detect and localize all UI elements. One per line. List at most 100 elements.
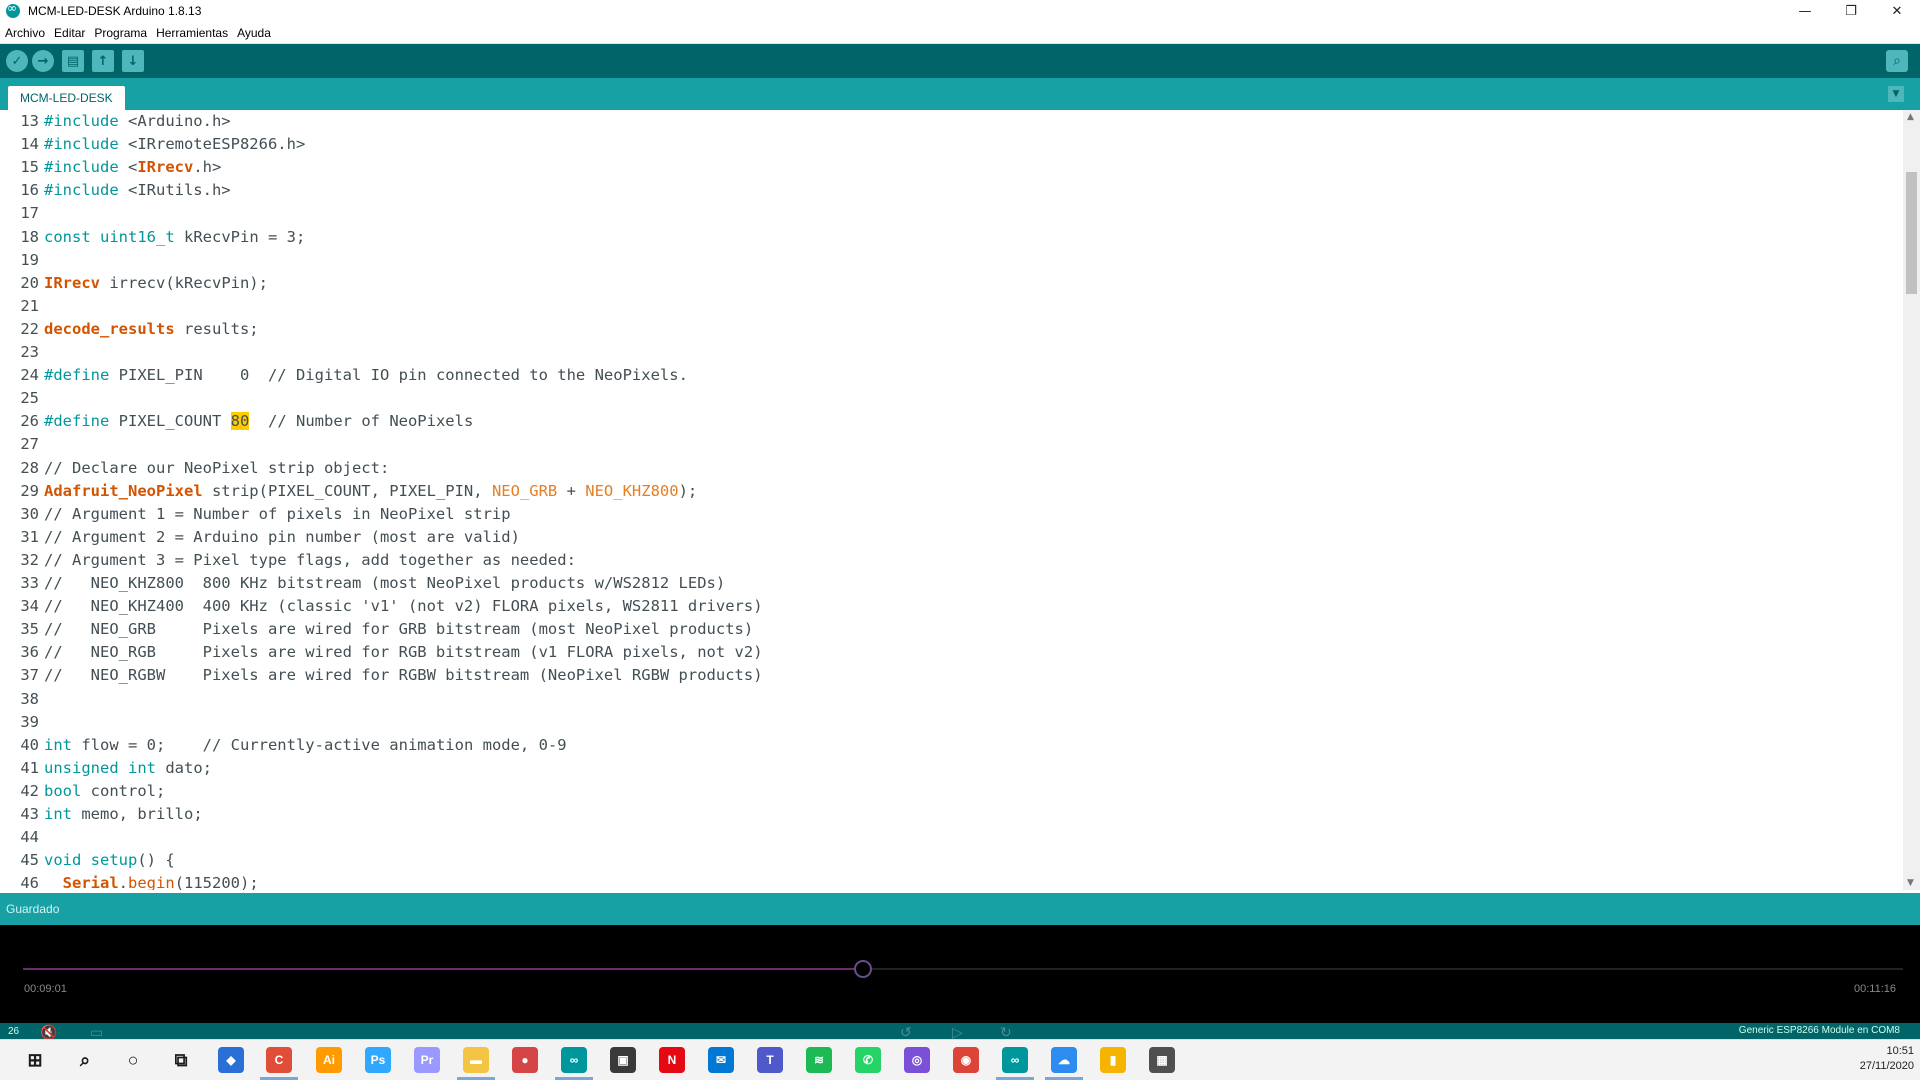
code-line[interactable]: 46 Serial.begin(115200); xyxy=(0,872,1900,890)
code-token: #define xyxy=(44,366,110,385)
photoshop-icon[interactable]: Ps xyxy=(365,1047,391,1073)
code-token: < xyxy=(118,158,138,177)
code-line[interactable]: 43 int memo, brillo; xyxy=(0,803,1900,826)
code-line[interactable]: 27 xyxy=(0,433,1900,456)
code-line[interactable]: 32 // Argument 3 = Pixel type flags, add … xyxy=(0,549,1900,572)
toolbar: ✓ → ▤ ↑ ↓ ⌕ xyxy=(0,44,1920,78)
store-icon[interactable]: ▣ xyxy=(610,1047,636,1073)
open-sketch-button[interactable]: ↑ xyxy=(92,50,114,72)
code-line[interactable]: 22 decode_results results; xyxy=(0,318,1900,341)
code-line[interactable]: 33 // NEO_KHZ800 800 KHz bitstream (most … xyxy=(0,572,1900,595)
code-line[interactable]: 20 IRrecv irrecv(kRecvPin); xyxy=(0,272,1900,295)
code-line[interactable]: 45 void setup() { xyxy=(0,849,1900,872)
code-line[interactable]: 40 int flow = 0; // Currently-active anim… xyxy=(0,734,1900,757)
code-line[interactable]: 30 // Argument 1 = Number of pixels in Ne… xyxy=(0,503,1900,526)
whatsapp-icon[interactable]: ✆ xyxy=(855,1047,881,1073)
task-view-icon[interactable]: ⧉ xyxy=(168,1047,194,1073)
start-icon[interactable]: ⊞ xyxy=(22,1047,48,1073)
code-line[interactable]: 26 #define PIXEL_COUNT 80 // Number of Ne… xyxy=(0,410,1900,433)
code-line[interactable]: 41 unsigned int dato; xyxy=(0,757,1900,780)
line-number: 26 xyxy=(20,412,39,431)
code-token: <IRutils.h> xyxy=(118,181,231,200)
app-icon-1[interactable]: ◆ xyxy=(218,1047,244,1073)
app-icon-3[interactable]: ● xyxy=(512,1047,538,1073)
code-line[interactable]: 25 xyxy=(0,387,1900,410)
code-token: void xyxy=(44,851,82,870)
code-line[interactable]: 44 xyxy=(0,826,1900,849)
code-line[interactable]: 36 // NEO_RGB Pixels are wired for RGB bi… xyxy=(0,641,1900,664)
verify-button[interactable]: ✓ xyxy=(6,50,28,72)
arduino-icon-2[interactable]: ∞ xyxy=(1002,1047,1028,1073)
spotify-icon[interactable]: ≋ xyxy=(806,1047,832,1073)
upload-button[interactable]: → xyxy=(32,50,54,72)
video-progress-knob[interactable] xyxy=(854,960,872,978)
code-token: // Currently-active animation mode, 0-9 xyxy=(202,735,567,754)
code-line[interactable]: 15 #include <IRrecv.h> xyxy=(0,156,1900,179)
code-token: + xyxy=(557,481,586,500)
code-line[interactable]: 13 #include <Arduino.h> xyxy=(0,110,1900,133)
code-line[interactable]: 42 bool control; xyxy=(0,780,1900,803)
scroll-down-icon[interactable]: ▼ xyxy=(1907,878,1914,888)
code-token: const xyxy=(44,227,91,246)
code-line[interactable]: 39 xyxy=(0,711,1900,734)
menu-herramientas[interactable]: Herramientas xyxy=(156,26,228,40)
app-icon-5[interactable]: ☁ xyxy=(1051,1047,1077,1073)
code-line[interactable]: 23 xyxy=(0,341,1900,364)
code-line[interactable]: 18 const uint16_t kRecvPin = 3; xyxy=(0,226,1900,249)
menu-editar[interactable]: Editar xyxy=(54,26,85,40)
menu-archivo[interactable]: Archivo xyxy=(5,26,45,40)
code-line[interactable]: 31 // Argument 2 = Arduino pin number (mo… xyxy=(0,526,1900,549)
tab-menu-button[interactable]: ▼ xyxy=(1888,86,1904,102)
code-token: int xyxy=(44,805,72,823)
code-line[interactable]: 17 xyxy=(0,202,1900,225)
code-line[interactable]: 21 xyxy=(0,295,1900,318)
app-icon-4[interactable]: ◎ xyxy=(904,1047,930,1073)
editor-scrollbar[interactable]: ▲ ▼ xyxy=(1903,110,1920,890)
search-icon[interactable]: ⌕ xyxy=(72,1047,98,1073)
cursor-line-number: 26 xyxy=(8,1025,20,1037)
code-line[interactable]: 14 #include <IRremoteESP8266.h> xyxy=(0,133,1900,156)
restore-button[interactable]: ❐ xyxy=(1828,0,1874,22)
app-icon-6[interactable]: ▮ xyxy=(1100,1047,1126,1073)
teams-icon[interactable]: T xyxy=(757,1047,783,1073)
save-sketch-button[interactable]: ↓ xyxy=(122,50,144,72)
minimize-button[interactable]: — xyxy=(1782,0,1828,22)
line-number: 41 xyxy=(20,758,39,777)
file-explorer-icon[interactable]: ▬ xyxy=(463,1047,489,1073)
code-line[interactable]: 28 // Declare our NeoPixel strip object: xyxy=(0,457,1900,480)
close-button[interactable]: ✕ xyxy=(1874,0,1920,22)
system-clock[interactable]: 10:51 27/11/2020 xyxy=(1860,1044,1914,1074)
scrollbar-thumb[interactable] xyxy=(1906,172,1917,294)
chrome-icon[interactable]: ◉ xyxy=(953,1047,979,1073)
tab-mcm-led-desk[interactable]: MCM-LED-DESK xyxy=(8,86,125,110)
app-icon-2[interactable]: C xyxy=(266,1047,292,1073)
code-line[interactable]: 38 xyxy=(0,688,1900,711)
code-editor[interactable]: 13 #include <Arduino.h> 14 #include <IRremo… xyxy=(0,110,1903,890)
code-line[interactable]: 29 Adafruit_NeoPixel strip(PIXEL_COUNT, P… xyxy=(0,480,1900,503)
new-sketch-button[interactable]: ▤ xyxy=(62,50,84,72)
line-number: 40 xyxy=(20,735,39,754)
cortana-icon[interactable]: ○ xyxy=(120,1047,146,1073)
premiere-icon[interactable]: Pr xyxy=(414,1047,440,1073)
calculator-icon[interactable]: ▦ xyxy=(1149,1047,1175,1073)
code-line[interactable]: 37 // NEO_RGBW Pixels are wired for RGBW … xyxy=(0,664,1900,687)
menu-ayuda[interactable]: Ayuda xyxy=(237,26,271,40)
code-token: #include xyxy=(44,158,119,177)
code-token: control; xyxy=(81,781,166,800)
code-line[interactable]: 16 #include <IRutils.h> xyxy=(0,179,1900,202)
video-total-time: 00:11:16 xyxy=(1853,983,1896,995)
serial-monitor-button[interactable]: ⌕ xyxy=(1886,50,1908,72)
board-port-label: Generic ESP8266 Module en COM8 xyxy=(1738,1025,1900,1036)
code-line[interactable]: 19 xyxy=(0,249,1900,272)
line-number: 45 xyxy=(20,851,39,870)
netflix-icon[interactable]: N xyxy=(659,1047,685,1073)
menu-programa[interactable]: Programa xyxy=(94,26,147,40)
illustrator-icon[interactable]: Ai xyxy=(316,1047,342,1073)
code-line[interactable]: 35 // NEO_GRB Pixels are wired for GRB bi… xyxy=(0,618,1900,641)
code-line[interactable]: 24 #define PIXEL_PIN 0 // Digital IO pin … xyxy=(0,364,1900,387)
scroll-up-icon[interactable]: ▲ xyxy=(1907,112,1914,122)
code-line[interactable]: 34 // NEO_KHZ400 400 KHz (classic 'v1' (n… xyxy=(0,595,1900,618)
mail-icon[interactable]: ✉ xyxy=(708,1047,734,1073)
arduino-icon[interactable]: ∞ xyxy=(561,1047,587,1073)
